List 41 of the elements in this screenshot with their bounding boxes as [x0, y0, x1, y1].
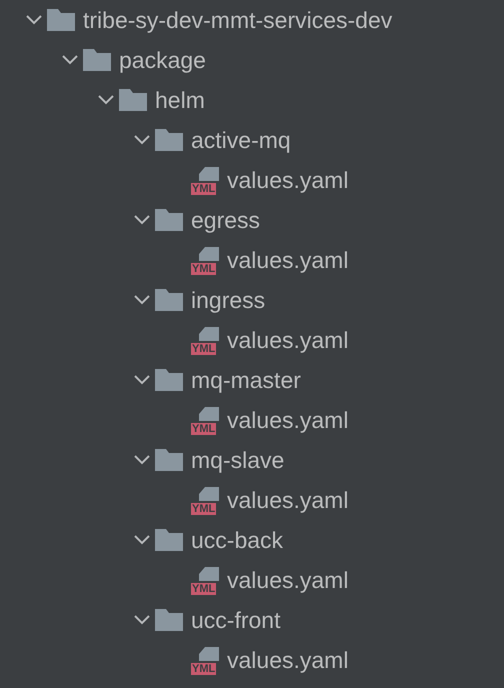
folder-icon: [155, 289, 183, 311]
folder-icon: [155, 129, 183, 151]
tree-item-label[interactable]: values.yaml: [227, 406, 348, 434]
folder-icon: [155, 529, 183, 551]
file-type-badge: YML: [191, 183, 216, 195]
tree-item-label[interactable]: ingress: [191, 286, 266, 314]
file-icon: [199, 567, 219, 581]
folder-icon: [47, 9, 75, 31]
tree-item-label[interactable]: ucc-back: [191, 526, 284, 554]
tree-item-label[interactable]: values.yaml: [227, 486, 348, 514]
tree-item-label[interactable]: active-mq: [191, 126, 291, 154]
file-icon: [199, 647, 219, 661]
tree-item-label[interactable]: egress: [191, 206, 260, 234]
folder-icon: [155, 209, 183, 231]
file-type-badge: YML: [191, 503, 216, 515]
file-type-badge: YML: [191, 343, 216, 355]
tree-item-label[interactable]: helm: [155, 86, 205, 114]
folder-icon: [155, 369, 183, 391]
file-type-badge: YML: [191, 663, 216, 675]
tree-item-label[interactable]: tribe-sy-dev-mmt-services-dev: [83, 6, 392, 34]
tree-item-label[interactable]: mq-slave: [191, 446, 284, 474]
tree-item-label[interactable]: values.yaml: [227, 646, 348, 674]
file-icon: [199, 407, 219, 421]
tree-item-label[interactable]: package: [119, 46, 206, 74]
folder-icon: [155, 609, 183, 631]
tree-item-label[interactable]: values.yaml: [227, 246, 348, 274]
file-icon: [199, 247, 219, 261]
tree-item-label[interactable]: values.yaml: [227, 566, 348, 594]
file-icon: [199, 327, 219, 341]
folder-icon: [155, 449, 183, 471]
file-type-badge: YML: [191, 583, 216, 595]
tree-item-label[interactable]: ucc-front: [191, 606, 280, 634]
file-type-badge: YML: [191, 423, 216, 435]
tree-item-label[interactable]: values.yaml: [227, 326, 348, 354]
tree-item-label[interactable]: values.yaml: [227, 166, 348, 194]
folder-icon: [83, 49, 111, 71]
file-icon: [199, 487, 219, 501]
file-type-badge: YML: [191, 263, 216, 275]
folder-icon: [119, 89, 147, 111]
file-icon: [199, 167, 219, 181]
tree-item-label[interactable]: mq-master: [191, 366, 301, 394]
